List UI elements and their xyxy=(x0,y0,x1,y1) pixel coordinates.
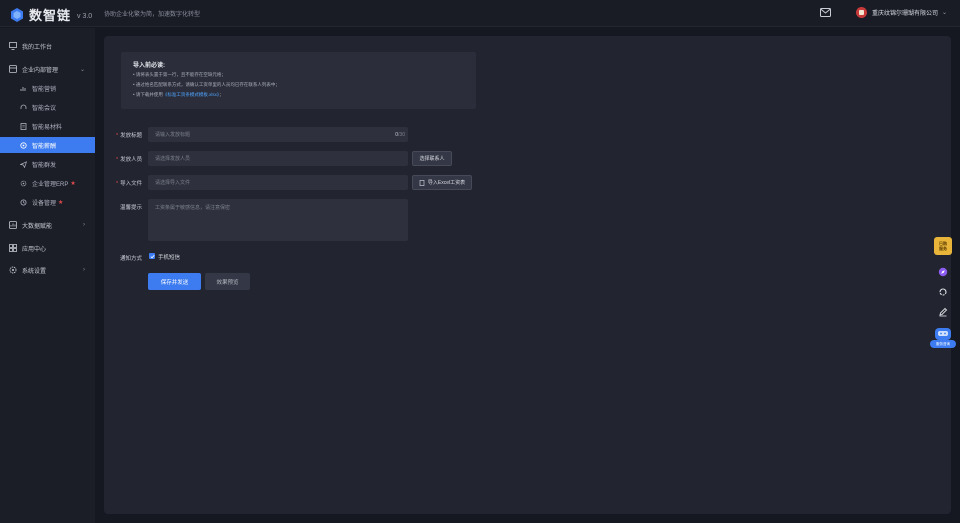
tip-textarea[interactable]: 工资条属于敏感信息，请注意保密 xyxy=(148,199,408,241)
monitor-icon xyxy=(9,42,17,50)
save-and-send-button[interactable]: 保存并发送 xyxy=(148,273,201,290)
doc-icon xyxy=(20,122,27,130)
tip-label: 温馨提示 xyxy=(120,205,143,211)
badge-line: 服务 xyxy=(939,246,947,251)
import-excel-label: 导入Excel工资表 xyxy=(427,180,466,186)
title-label: * 发放标题 xyxy=(116,133,143,139)
template-download-link[interactable]: 《标准工资条模式模板.xlsx》 xyxy=(163,92,219,97)
sidebar-item-materials[interactable]: 智能易材料 xyxy=(0,118,95,134)
import-excel-button[interactable]: 导入Excel工资表 xyxy=(412,175,472,190)
app-name: 数智链 xyxy=(29,8,72,23)
mail-icon[interactable] xyxy=(820,8,831,17)
sidebar-item-label: 系统设置 xyxy=(22,268,47,275)
sidebar-item-label: 智能营销 xyxy=(32,86,57,93)
edit-icon[interactable] xyxy=(937,306,948,317)
chevron-right-icon: › xyxy=(83,222,85,228)
sidebar-item-devices[interactable]: 设备管理 ★ xyxy=(0,194,95,210)
send-icon xyxy=(20,160,27,168)
sidebar-item-label: 大数据赋能 xyxy=(22,223,53,230)
company-avatar xyxy=(856,7,867,18)
star-icon: ★ xyxy=(58,199,64,206)
star-icon: ★ xyxy=(70,180,76,187)
notify-label: 通知方式 xyxy=(120,256,143,262)
sidebar-item-label: 智能薪酬 xyxy=(32,143,57,150)
select-contacts-label: 选择联系人 xyxy=(419,156,445,162)
headset-icon xyxy=(20,104,27,111)
sidebar-item-payroll[interactable]: 智能薪酬 xyxy=(0,137,95,153)
refresh-icon[interactable] xyxy=(937,286,948,297)
sidebar-item-label: 智能会议 xyxy=(32,105,57,112)
sidebar-item-big-data[interactable]: 大数据赋能 › xyxy=(0,217,95,233)
notice-line-download: • 请下载并使用《标准工资条模式模板.xlsx》； xyxy=(133,92,224,98)
notice-title: 导入前必读: xyxy=(133,63,165,69)
building-icon xyxy=(9,65,17,73)
sidebar-item-label: 我的工作台 xyxy=(22,44,53,51)
app-version: v 3.0 xyxy=(77,12,93,20)
title-input[interactable]: 请输入发放标题 0/30 xyxy=(148,127,408,142)
data-icon xyxy=(9,221,17,229)
import-notice: 导入前必读: • 请将表头置于第一行，且不能存在空缺元格； • 通过姓名匹配联系… xyxy=(121,52,476,109)
top-bar: 数智链 v 3.0 协助企业化繁为简，加速数字化转型 重庆纹锦尔珊瑚有限公司 ⌄ xyxy=(0,0,960,27)
file-input[interactable]: 请选择导入文件 xyxy=(148,175,408,190)
settings-icon xyxy=(9,266,17,274)
sms-checkbox[interactable] xyxy=(149,253,155,259)
title-input-placeholder: 请输入发放标题 xyxy=(155,132,191,138)
sidebar-item-internal-management[interactable]: 企业内部管理 ⌄ xyxy=(0,61,95,77)
people-label: * 发放人员 xyxy=(116,157,143,163)
people-input-placeholder: 请选择发放人员 xyxy=(155,156,191,162)
company-name: 重庆纹锦尔珊瑚有限公司 xyxy=(872,11,939,17)
sidebar: 我的工作台 企业内部管理 ⌄ 智能营销 智能会议 智能易材料 智能薪酬 智能群发… xyxy=(0,28,95,523)
notice-line-suffix: ； xyxy=(219,92,224,97)
chevron-down-icon: ⌄ xyxy=(79,66,85,73)
file-input-placeholder: 请选择导入文件 xyxy=(155,180,191,186)
notice-line: • 请下载并使用 xyxy=(133,92,163,97)
chevron-down-icon: ⌄ xyxy=(942,10,948,16)
sidebar-item-settings[interactable]: 系统设置 › xyxy=(0,262,95,278)
company-switcher[interactable]: 重庆纹锦尔珊瑚有限公司 ⌄ xyxy=(856,7,947,18)
customer-service-label[interactable]: 服务咨询 xyxy=(930,340,956,348)
sidebar-item-label: 企业内部管理 xyxy=(22,67,59,74)
device-icon xyxy=(20,199,27,206)
sidebar-item-label: 智能易材料 xyxy=(32,124,63,131)
app-slogan: 协助企业化繁为简，加速数字化转型 xyxy=(104,12,201,18)
wallet-icon xyxy=(20,141,27,149)
sidebar-item-erp[interactable]: 企业管理ERP ★ xyxy=(0,175,95,191)
notice-line: • 通过姓名匹配联系方式，请确认工资单里的人员均已存在联系人列表中； xyxy=(133,82,280,87)
check-icon xyxy=(150,254,155,258)
sidebar-item-label: 应用中心 xyxy=(22,246,47,253)
sidebar-item-marketing[interactable]: 智能营销 xyxy=(0,80,95,96)
people-input[interactable]: 请选择发放人员 xyxy=(148,151,408,166)
select-contacts-button[interactable]: 选择联系人 xyxy=(412,151,452,166)
notice-line: • 请将表头置于第一行，且不能存在空缺元格； xyxy=(133,72,226,77)
sidebar-item-meeting[interactable]: 智能会议 xyxy=(0,99,95,115)
sidebar-item-label: 企业管理ERP xyxy=(32,181,69,188)
tip-placeholder: 工资条属于敏感信息，请注意保密 xyxy=(155,205,231,211)
purchased-services-badge[interactable]: 已购 服务 xyxy=(934,237,952,255)
app-logo[interactable]: 数智链 v 3.0 xyxy=(10,5,92,24)
chart-icon xyxy=(20,85,27,92)
sms-option-label[interactable]: 手机短信 xyxy=(158,253,180,261)
preview-button[interactable]: 效果预览 xyxy=(205,273,250,290)
grid-icon xyxy=(9,244,17,252)
title-char-count: 0/30 xyxy=(395,131,405,138)
chevron-right-icon: › xyxy=(83,267,85,273)
logo-icon xyxy=(11,7,23,22)
compass-icon[interactable] xyxy=(937,266,948,277)
gear-icon xyxy=(20,180,27,187)
file-icon xyxy=(419,179,425,186)
file-label: * 导入文件 xyxy=(116,181,143,187)
sidebar-item-label: 设备管理 xyxy=(32,200,57,207)
sidebar-item-mass-send[interactable]: 智能群发 xyxy=(0,156,95,172)
sidebar-item-app-center[interactable]: 应用中心 xyxy=(0,240,95,256)
sidebar-item-workbench[interactable]: 我的工作台 xyxy=(0,38,95,54)
sidebar-item-label: 智能群发 xyxy=(32,162,57,169)
